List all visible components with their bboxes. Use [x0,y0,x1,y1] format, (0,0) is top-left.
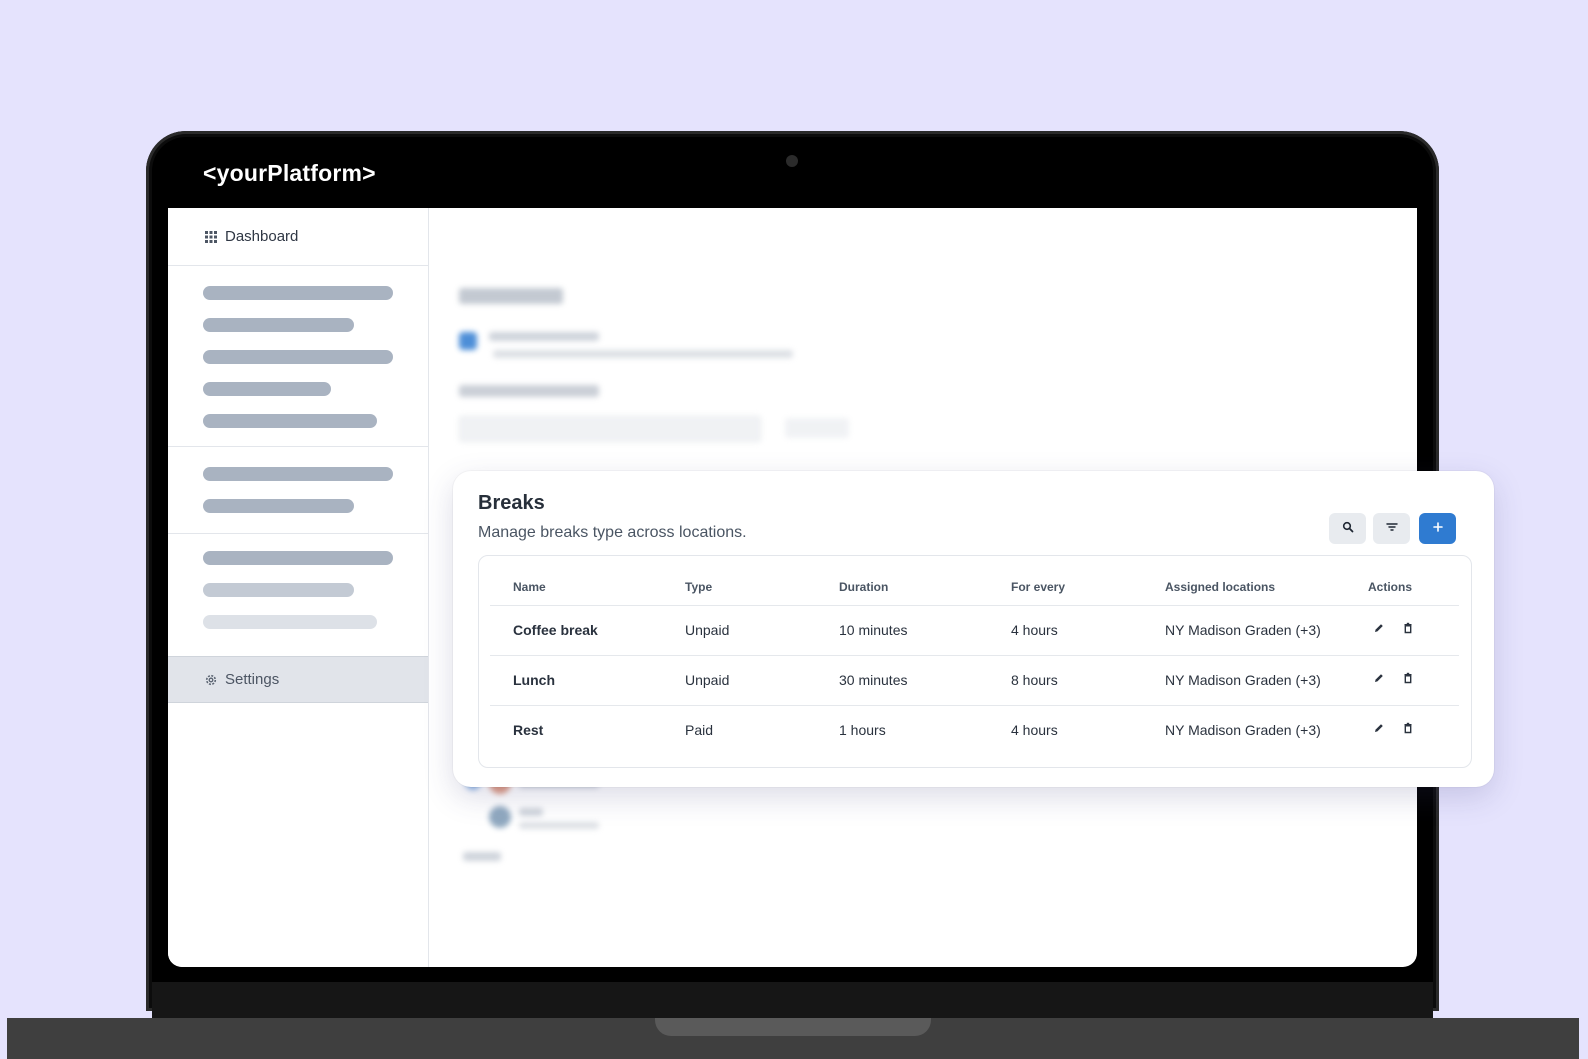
table-row[interactable]: Lunch Unpaid 30 minutes 8 hours NY Madis… [490,655,1459,706]
delete-button[interactable] [1400,622,1416,638]
plus-icon [1432,520,1444,538]
blurred-text [519,808,543,816]
column-header-locations[interactable]: Assigned locations [1165,580,1275,594]
laptop-notch [655,1018,931,1036]
pencil-icon [1373,721,1385,739]
column-header-name[interactable]: Name [513,580,546,594]
cell-for-every: 4 hours [1011,722,1058,738]
cell-locations[interactable]: NY Madison Graden (+3) [1165,622,1321,638]
sidebar-placeholder-group [168,266,428,447]
cell-duration: 30 minutes [839,672,908,688]
blurred-select [459,416,761,442]
card-subtitle: Manage breaks type across locations. [478,524,747,541]
cell-type: Unpaid [685,672,730,688]
blurred-checkbox [459,332,477,350]
edit-button[interactable] [1371,622,1387,638]
brand-logo: <yourPlatform> [203,160,376,186]
card-title: Breaks [478,492,545,514]
blurred-text [463,852,501,861]
search-icon [1342,520,1354,538]
grid-icon [204,230,218,244]
blurred-text [489,332,599,341]
sidebar-placeholder-group [168,534,428,656]
trash-icon [1402,621,1414,639]
column-header-type[interactable]: Type [685,580,712,594]
blurred-avatar [489,806,511,828]
placeholder-bar [203,467,393,481]
cell-for-every: 8 hours [1011,672,1058,688]
sidebar-placeholder-group [168,447,428,534]
cell-type: Paid [685,722,714,738]
sidebar-item-label: Dashboard [225,228,299,245]
table-row[interactable]: Rest Paid 1 hours 4 hours NY Madison Gra… [490,705,1459,756]
delete-button[interactable] [1400,722,1416,738]
placeholder-bar [203,350,393,364]
filter-button[interactable] [1373,513,1410,544]
delete-button[interactable] [1400,672,1416,688]
cell-name: Coffee break [513,622,598,638]
breaks-card: Breaks Manage breaks type across locatio… [453,471,1494,787]
filter-icon [1385,520,1398,538]
cell-type: Unpaid [685,622,730,638]
cell-name: Rest [513,722,544,738]
column-header-for-every[interactable]: For every [1011,580,1065,594]
trash-icon [1402,671,1414,689]
pencil-icon [1373,671,1385,689]
placeholder-bar [203,382,331,396]
blurred-text [519,822,599,829]
sidebar-item-label: Settings [225,671,280,688]
cell-duration: 1 hours [839,722,886,738]
blurred-heading [459,288,563,304]
sidebar-item-dashboard[interactable]: Dashboard [168,208,428,266]
camera-dot [786,155,798,167]
laptop-chin [152,982,1433,1018]
column-header-duration[interactable]: Duration [839,580,888,594]
breaks-table: Name Type Duration For every Assigned lo… [478,555,1472,768]
edit-button[interactable] [1371,722,1387,738]
edit-button[interactable] [1371,672,1387,688]
placeholder-bar [203,318,354,332]
add-break-button[interactable] [1419,513,1456,544]
sidebar-item-settings[interactable]: Settings [168,656,428,703]
placeholder-bar [203,583,354,597]
cell-locations[interactable]: NY Madison Graden (+3) [1165,672,1321,688]
blurred-text [493,350,793,358]
search-button[interactable] [1329,513,1366,544]
cell-duration: 10 minutes [839,622,908,638]
placeholder-bar [203,499,354,513]
table-row[interactable]: Coffee break Unpaid 10 minutes 4 hours N… [490,605,1459,656]
gear-icon [204,673,218,687]
placeholder-bar [203,615,377,629]
trash-icon [1402,721,1414,739]
sidebar: Dashboard Settings [168,208,429,967]
cell-name: Lunch [513,672,555,688]
blurred-button [785,418,849,438]
cell-locations[interactable]: NY Madison Graden (+3) [1165,722,1321,738]
placeholder-bar [203,286,393,300]
blurred-subheading [459,385,599,397]
placeholder-bar [203,551,393,565]
pencil-icon [1373,621,1385,639]
column-header-actions: Actions [1368,580,1413,594]
placeholder-bar [203,414,377,428]
cell-for-every: 4 hours [1011,622,1058,638]
